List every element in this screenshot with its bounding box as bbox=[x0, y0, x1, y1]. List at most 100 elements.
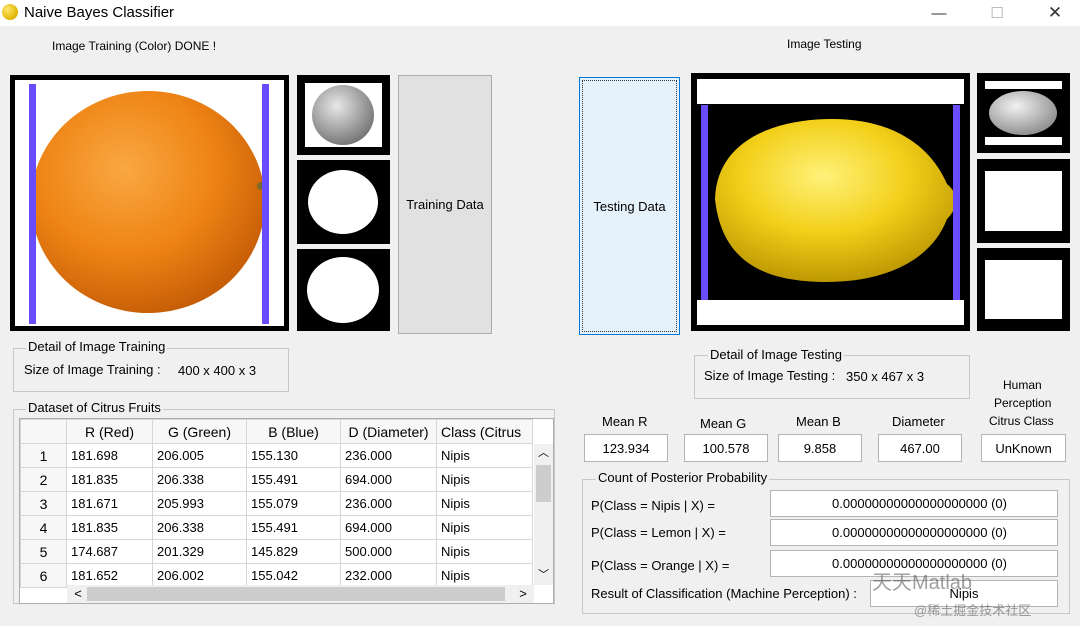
human-label-line3: Citrus Class bbox=[989, 414, 1054, 428]
mean-b-label: Mean B bbox=[796, 414, 841, 429]
mean-b-field[interactable]: 9.858 bbox=[778, 434, 862, 462]
orange-prob-label: P(Class = Orange | X) = bbox=[591, 558, 730, 573]
maximize-button[interactable]: ☐ bbox=[974, 0, 1020, 26]
vertical-scrollbar[interactable]: ︿ ﹀ bbox=[534, 444, 553, 585]
posterior-legend: Count of Posterior Probability bbox=[596, 470, 770, 485]
column-header-d[interactable]: D (Diameter) bbox=[340, 419, 437, 444]
training-binary-thumb-2 bbox=[297, 249, 390, 331]
cell-r[interactable]: 181.835 bbox=[66, 467, 153, 492]
vertical-scroll-thumb[interactable] bbox=[536, 465, 551, 502]
row-index: 5 bbox=[20, 539, 67, 564]
cell-r[interactable]: 181.698 bbox=[66, 443, 153, 468]
lemon-prob-label: P(Class = Lemon | X) = bbox=[591, 525, 726, 540]
row-header-corner bbox=[20, 419, 67, 444]
scroll-down-icon[interactable]: ﹀ bbox=[534, 568, 553, 582]
mean-g-field[interactable]: 100.578 bbox=[684, 434, 768, 462]
training-data-button[interactable]: Training Data bbox=[398, 75, 492, 334]
scroll-left-icon[interactable]: < bbox=[71, 586, 85, 602]
cell-r[interactable]: 181.835 bbox=[66, 515, 153, 540]
table-row: 2 181.835 206.338 155.491 694.000 Nipis bbox=[20, 467, 533, 492]
cell-d[interactable]: 694.000 bbox=[340, 515, 437, 540]
column-header-class[interactable]: Class (Citrus bbox=[436, 419, 533, 444]
human-class-field[interactable]: UnKnown bbox=[981, 434, 1066, 462]
cell-d[interactable]: 236.000 bbox=[340, 443, 437, 468]
cell-d[interactable]: 236.000 bbox=[340, 491, 437, 516]
watermark-line2: @稀土掘金技术社区 bbox=[914, 603, 1032, 618]
row-index: 4 bbox=[20, 515, 67, 540]
scroll-up-icon[interactable]: ︿ bbox=[534, 446, 553, 460]
cell-g[interactable]: 206.338 bbox=[152, 467, 247, 492]
cell-class[interactable]: Nipis bbox=[436, 467, 533, 492]
nipis-prob-field[interactable]: 0.00000000000000000000 (0) bbox=[770, 490, 1058, 517]
cell-r[interactable]: 174.687 bbox=[66, 539, 153, 564]
horizontal-scroll-thumb[interactable] bbox=[87, 587, 505, 601]
table-row: 1 181.698 206.005 155.130 236.000 Nipis bbox=[20, 443, 533, 468]
cell-r[interactable]: 181.652 bbox=[66, 563, 153, 588]
testing-gray-thumb bbox=[977, 73, 1070, 153]
lemon-image bbox=[697, 104, 964, 300]
cell-g[interactable]: 206.005 bbox=[152, 443, 247, 468]
minimize-button[interactable]: — bbox=[916, 0, 962, 26]
column-header-b[interactable]: B (Blue) bbox=[246, 419, 341, 444]
table-header-row: R (Red) G (Green) B (Blue) D (Diameter) … bbox=[20, 419, 533, 444]
window-title: Naive Bayes Classifier bbox=[24, 4, 175, 21]
cell-r[interactable]: 181.671 bbox=[66, 491, 153, 516]
nipis-prob-label: P(Class = Nipis | X) = bbox=[591, 498, 716, 513]
cell-d[interactable]: 694.000 bbox=[340, 467, 437, 492]
cell-g[interactable]: 201.329 bbox=[152, 539, 247, 564]
training-binary-thumb-1 bbox=[297, 160, 390, 244]
human-label-line2: Perception bbox=[994, 396, 1052, 410]
cell-d[interactable]: 500.000 bbox=[340, 539, 437, 564]
result-label: Result of Classification (Machine Percep… bbox=[591, 586, 857, 601]
row-index: 1 bbox=[20, 443, 67, 468]
watermark-line1: 天天Matlab bbox=[872, 572, 973, 594]
row-index: 2 bbox=[20, 467, 67, 492]
training-gray-thumb bbox=[297, 75, 390, 155]
testing-header-label: Image Testing bbox=[787, 37, 862, 51]
diameter-field[interactable]: 467.00 bbox=[878, 434, 962, 462]
cell-b[interactable]: 155.491 bbox=[246, 467, 341, 492]
cell-g[interactable]: 205.993 bbox=[152, 491, 247, 516]
testing-image-frame bbox=[691, 73, 970, 331]
testing-detail-legend: Detail of Image Testing bbox=[708, 347, 844, 362]
table-row: 3 181.671 205.993 155.079 236.000 Nipis bbox=[20, 491, 533, 516]
training-status-label: Image Training (Color) DONE ! bbox=[52, 39, 217, 53]
testing-binary-thumb-1 bbox=[977, 159, 1070, 243]
diameter-label: Diameter bbox=[892, 414, 945, 429]
table-row: 4 181.835 206.338 155.491 694.000 Nipis bbox=[20, 515, 533, 540]
mean-r-field[interactable]: 123.934 bbox=[584, 434, 668, 462]
orange-image bbox=[29, 84, 269, 324]
testing-binary-thumb-2 bbox=[977, 248, 1070, 331]
human-label-line1: Human bbox=[1003, 378, 1042, 392]
cell-class[interactable]: Nipis bbox=[436, 443, 533, 468]
training-size-value: 400 x 400 x 3 bbox=[178, 363, 257, 378]
cell-g[interactable]: 206.338 bbox=[152, 515, 247, 540]
testing-data-button[interactable]: Testing Data bbox=[579, 77, 680, 335]
cell-b[interactable]: 155.130 bbox=[246, 443, 341, 468]
testing-size-label: Size of Image Testing : bbox=[704, 368, 836, 383]
row-index: 6 bbox=[20, 563, 67, 588]
lemon-app-icon bbox=[2, 4, 18, 20]
cell-b[interactable]: 145.829 bbox=[246, 539, 341, 564]
cell-g[interactable]: 206.002 bbox=[152, 563, 247, 588]
dataset-legend: Dataset of Citrus Fruits bbox=[26, 400, 163, 415]
cell-class[interactable]: Nipis bbox=[436, 515, 533, 540]
column-header-g[interactable]: G (Green) bbox=[152, 419, 247, 444]
cell-class[interactable]: Nipis bbox=[436, 539, 533, 564]
table-row: 5 174.687 201.329 145.829 500.000 Nipis bbox=[20, 539, 533, 564]
scroll-right-icon[interactable]: > bbox=[516, 586, 530, 602]
row-index: 3 bbox=[20, 491, 67, 516]
cell-b[interactable]: 155.491 bbox=[246, 515, 341, 540]
dataset-table-container[interactable]: R (Red) G (Green) B (Blue) D (Diameter) … bbox=[19, 418, 554, 604]
cell-class[interactable]: Nipis bbox=[436, 563, 533, 588]
close-button[interactable]: ✕ bbox=[1032, 0, 1078, 26]
mean-g-label: Mean G bbox=[700, 416, 747, 431]
cell-class[interactable]: Nipis bbox=[436, 491, 533, 516]
cell-d[interactable]: 232.000 bbox=[340, 563, 437, 588]
lemon-prob-field[interactable]: 0.00000000000000000000 (0) bbox=[770, 519, 1058, 546]
training-image-frame bbox=[10, 75, 289, 331]
cell-b[interactable]: 155.042 bbox=[246, 563, 341, 588]
cell-b[interactable]: 155.079 bbox=[246, 491, 341, 516]
column-header-r[interactable]: R (Red) bbox=[66, 419, 153, 444]
horizontal-scrollbar[interactable]: < > bbox=[67, 585, 534, 603]
